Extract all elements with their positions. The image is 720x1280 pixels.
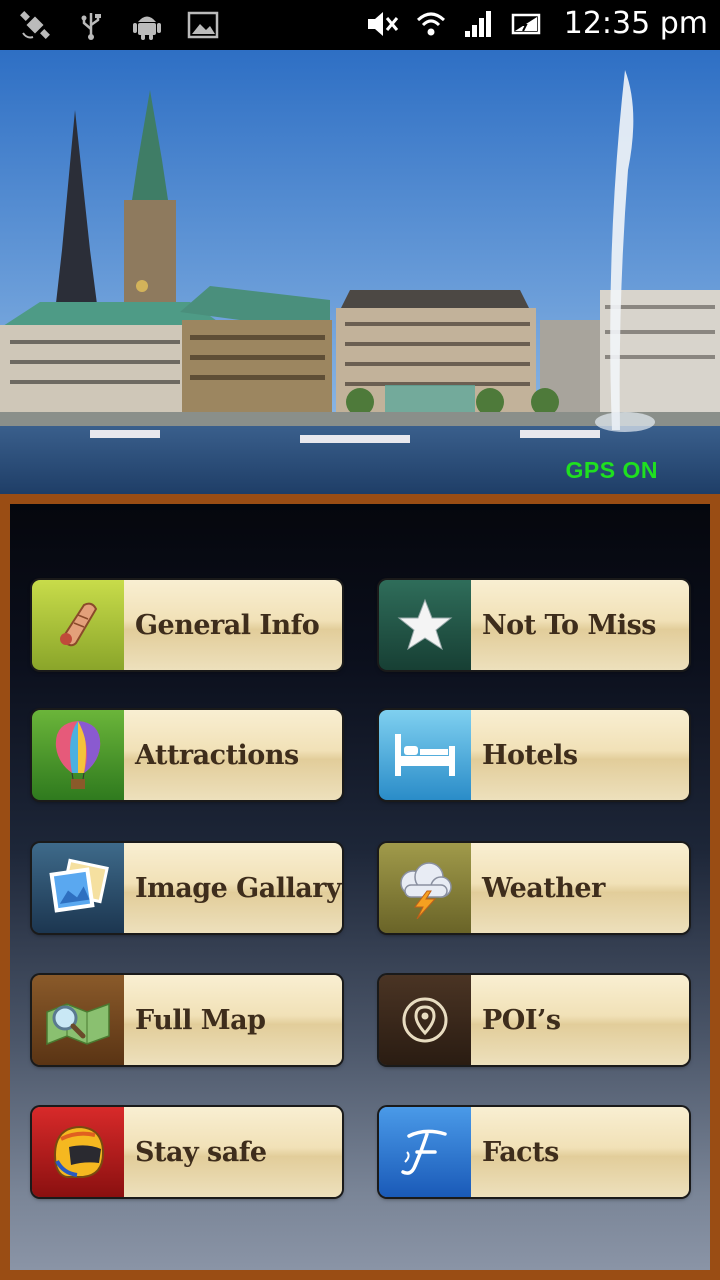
menu-panel-frame: General Info Not To Miss Attractions Hot…: [0, 494, 720, 1280]
full-map-label: Full Map: [124, 975, 342, 1065]
image-gallery-label: Image Gallary: [124, 843, 342, 933]
stay-safe-button[interactable]: Stay safe: [32, 1107, 342, 1197]
attractions-label: Attractions: [124, 710, 342, 800]
hot-air-balloon-icon: [32, 710, 124, 800]
weather-button[interactable]: Weather: [379, 843, 689, 933]
letter-f-icon: [379, 1107, 471, 1197]
location-pin-icon: [379, 975, 471, 1065]
image-notification-icon: [186, 8, 220, 42]
status-bar: 12:35 pm: [0, 0, 720, 50]
image-gallery-button[interactable]: Image Gallary: [32, 843, 342, 933]
facts-label: Facts: [471, 1107, 689, 1197]
bed-icon: [379, 710, 471, 800]
notification-icons: [18, 8, 220, 42]
not-to-miss-label: Not To Miss: [471, 580, 689, 670]
usb-icon: [74, 8, 108, 42]
status-time: 12:35 pm: [563, 6, 708, 41]
general-info-label: General Info: [124, 580, 342, 670]
pois-button[interactable]: POI’s: [379, 975, 689, 1065]
hotels-label: Hotels: [471, 710, 689, 800]
gps-status-label: GPS ON: [565, 457, 658, 483]
attractions-button[interactable]: Attractions: [32, 710, 342, 800]
star-icon: [379, 580, 471, 670]
full-map-button[interactable]: Full Map: [32, 975, 342, 1065]
stay-safe-label: Stay safe: [124, 1107, 342, 1197]
system-icons: 12:35 pm: [366, 6, 708, 41]
hamburg-skyline-illustration: [0, 50, 720, 496]
scroll-icon: [32, 580, 124, 670]
storm-cloud-icon: [379, 843, 471, 933]
facts-button[interactable]: Facts: [379, 1107, 689, 1197]
helmet-icon: [32, 1107, 124, 1197]
cell-signal-icon: [462, 7, 496, 41]
wifi-icon: [414, 7, 448, 41]
map-search-icon: [32, 975, 124, 1065]
battery-charging-icon: [510, 7, 544, 41]
volume-muted-icon: [366, 7, 400, 41]
not-to-miss-button[interactable]: Not To Miss: [379, 580, 689, 670]
general-info-button[interactable]: General Info: [32, 580, 342, 670]
photos-icon: [32, 843, 124, 933]
weather-label: Weather: [471, 843, 689, 933]
pois-label: POI’s: [471, 975, 689, 1065]
android-debug-icon: [130, 8, 164, 42]
city-header-image: GPS ON: [0, 50, 720, 496]
satellite-icon: [18, 8, 52, 42]
hotels-button[interactable]: Hotels: [379, 710, 689, 800]
menu-panel: General Info Not To Miss Attractions Hot…: [10, 504, 710, 1270]
